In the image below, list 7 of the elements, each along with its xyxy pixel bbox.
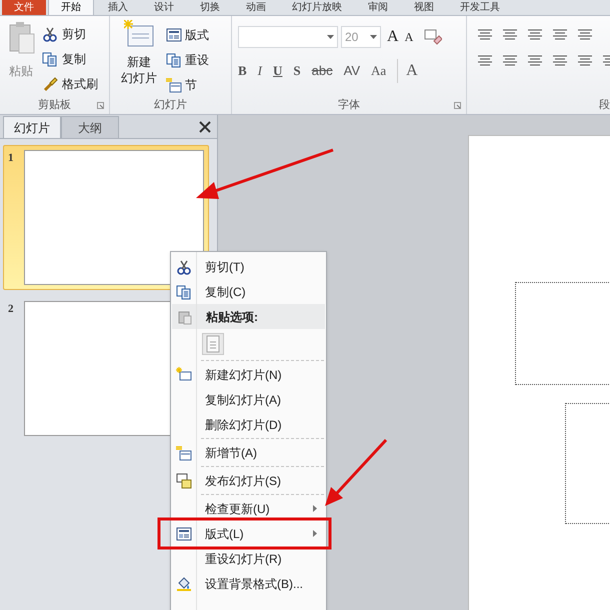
group-label: 幻灯片	[154, 98, 187, 113]
group-label: 字体	[338, 98, 360, 113]
group-label: 段	[599, 98, 610, 113]
group-label: 剪贴板	[38, 98, 71, 113]
menu-header: 粘贴选项:	[172, 304, 325, 329]
slide-number: 1	[8, 151, 14, 166]
slide-number: 2	[8, 302, 14, 317]
